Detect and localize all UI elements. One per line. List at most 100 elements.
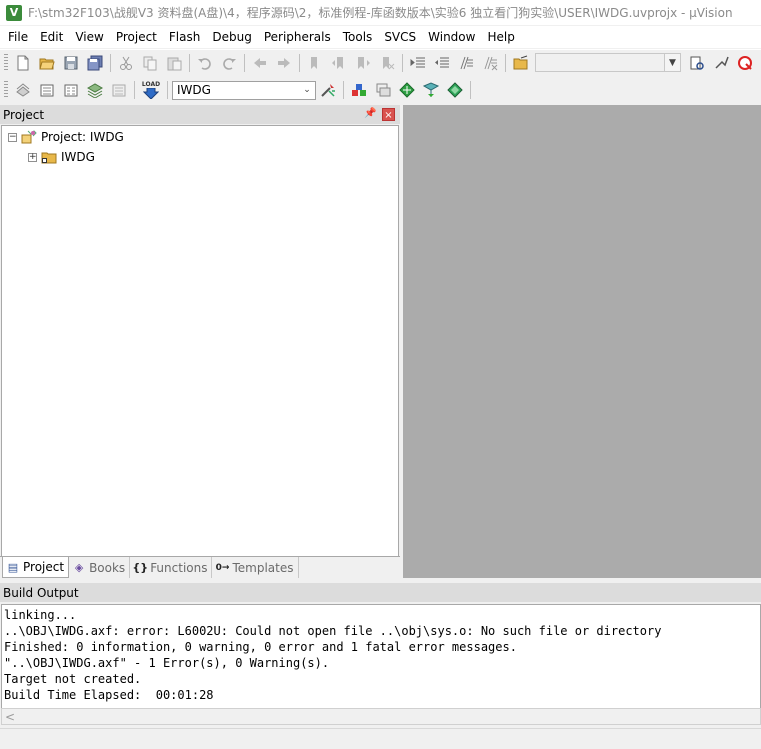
incremental-find-icon[interactable] [687, 53, 707, 73]
horizontal-scrollbar[interactable]: < [1, 708, 761, 725]
bookmark-icon[interactable] [305, 53, 325, 73]
copy-icon[interactable] [140, 53, 160, 73]
menu-bar: File Edit View Project Flash Debug Perip… [0, 26, 761, 48]
menu-view[interactable]: View [69, 27, 109, 47]
save-all-icon[interactable] [85, 53, 105, 73]
build-output-header: Build Output [0, 583, 761, 602]
nav-back-icon[interactable] [250, 53, 270, 73]
tree-node-target[interactable]: + IWDG [28, 148, 95, 166]
templates-tab-icon: 0→ [215, 562, 230, 573]
tab-functions[interactable]: {} Functions [130, 557, 213, 578]
status-bar [0, 728, 761, 749]
find-combo[interactable]: ▼ [535, 53, 681, 72]
menu-peripherals[interactable]: Peripherals [258, 27, 337, 47]
pack-installer-icon[interactable] [373, 80, 393, 100]
build-output-text[interactable]: linking... ..\OBJ\IWDG.axf: error: L6002… [1, 604, 761, 709]
uncomment-icon[interactable] [480, 53, 500, 73]
open-folder-icon[interactable] [37, 53, 57, 73]
manage-rte-icon[interactable] [421, 80, 441, 100]
uvision-app-icon: V [6, 4, 22, 21]
build-icon[interactable] [37, 80, 57, 100]
load-label: LOAD [141, 81, 161, 88]
books-tab-icon: ◈ [74, 561, 84, 574]
menu-svcs[interactable]: SVCS [378, 27, 422, 47]
project-tree: − Project: IWDG + IWDG [1, 125, 399, 559]
build-toolbar: LOAD IWDG ⌄ [0, 77, 761, 103]
menu-tools[interactable]: Tools [337, 27, 379, 47]
functions-tab-icon: {} [132, 561, 149, 574]
output-line: ..\OBJ\IWDG.axf: error: L6002U: Could no… [4, 624, 662, 638]
toolbar-separator [189, 53, 190, 72]
menu-help[interactable]: Help [481, 27, 520, 47]
redo-icon[interactable] [219, 53, 239, 73]
unindent-icon[interactable] [432, 53, 452, 73]
menu-flash[interactable]: Flash [163, 27, 206, 47]
title-bar: V F:\stm32F103\战舰V3 资料盘(A盘)\4，程序源码\2，标准例… [0, 0, 761, 25]
menu-edit[interactable]: Edit [34, 27, 69, 47]
target-select[interactable]: IWDG ⌄ [172, 80, 316, 100]
cut-icon[interactable] [116, 53, 136, 73]
toolbar-separator [134, 81, 135, 99]
build-output-title: Build Output [3, 585, 79, 600]
toolbar-separator [299, 53, 300, 72]
editor-area[interactable] [403, 105, 761, 578]
search-icon[interactable] [735, 53, 755, 73]
project-label: Project: IWDG [41, 130, 124, 144]
menu-window[interactable]: Window [422, 27, 481, 47]
new-file-icon[interactable] [13, 53, 33, 73]
output-line: Finished: 0 information, 0 warning, 0 er… [4, 640, 517, 654]
tab-templates[interactable]: 0→ Templates [212, 557, 299, 578]
project-panel-tabs: ▤ Project ◈ Books {} Functions 0→ Templa… [0, 556, 400, 578]
chevron-down-icon[interactable]: ▼ [664, 54, 680, 71]
tab-label: Books [89, 560, 126, 575]
close-icon[interactable]: × [382, 108, 395, 121]
window-title: F:\stm32F103\战舰V3 资料盘(A盘)\4，程序源码\2，标准例程-… [28, 6, 733, 20]
target-select-value: IWDG [177, 83, 211, 97]
target-folder-icon [41, 152, 57, 164]
scroll-left-icon[interactable]: < [5, 710, 15, 724]
expand-toggle[interactable]: + [28, 152, 37, 162]
find-in-files-icon[interactable] [511, 53, 531, 73]
tab-project[interactable]: ▤ Project [2, 557, 70, 578]
save-icon[interactable] [61, 53, 81, 73]
toolbar-grip[interactable] [4, 81, 8, 99]
toolbar-separator [402, 53, 403, 72]
debug-session-icon[interactable] [711, 53, 731, 73]
build-output-panel: Build Output linking... ..\OBJ\IWDG.axf:… [0, 583, 761, 749]
comment-icon[interactable] [456, 53, 476, 73]
paste-icon[interactable] [164, 53, 184, 73]
project-panel-header: Project 📌 × [0, 105, 400, 124]
menu-debug[interactable]: Debug [206, 27, 257, 47]
toolbar-separator [167, 81, 168, 99]
nav-forward-icon[interactable] [274, 53, 294, 73]
undo-icon[interactable] [195, 53, 215, 73]
select-packs-icon[interactable] [397, 80, 417, 100]
download-load-icon[interactable]: LOAD [140, 80, 162, 100]
toolbar-separator [244, 53, 245, 72]
bookmark-clear-icon[interactable] [377, 53, 397, 73]
stop-build-icon[interactable] [109, 80, 129, 100]
menu-project[interactable]: Project [110, 27, 163, 47]
toolbar-separator [343, 81, 344, 99]
green-diamond-icon[interactable] [445, 80, 465, 100]
menu-file[interactable]: File [2, 27, 34, 47]
translate-icon[interactable] [13, 80, 33, 100]
target-options-icon[interactable] [318, 80, 338, 100]
toolbar-grip[interactable] [4, 53, 8, 72]
tab-books[interactable]: ◈ Books [69, 557, 131, 578]
file-toolbar: ▼ [0, 49, 761, 75]
manage-project-items-icon[interactable] [349, 80, 369, 100]
tab-label: Templates [232, 560, 294, 575]
pin-icon[interactable]: 📌 [364, 108, 376, 120]
collapse-toggle[interactable]: − [8, 132, 17, 142]
bookmark-next-icon[interactable] [353, 53, 373, 73]
rebuild-icon[interactable] [61, 80, 81, 100]
indent-icon[interactable] [408, 53, 428, 73]
chevron-down-icon[interactable]: ⌄ [299, 81, 315, 99]
toolbar-separator [110, 53, 111, 72]
batch-build-icon[interactable] [85, 80, 105, 100]
tab-label: Project [23, 560, 65, 574]
tree-node-project[interactable]: − Project: IWDG [8, 128, 124, 146]
output-line: linking... [4, 608, 77, 622]
bookmark-prev-icon[interactable] [329, 53, 349, 73]
